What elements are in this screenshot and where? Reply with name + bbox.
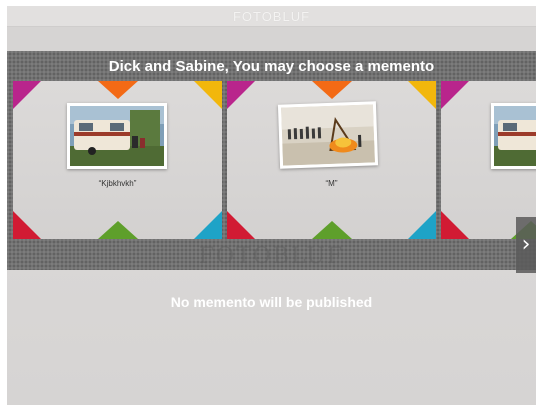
corner-decoration	[227, 211, 255, 239]
corner-decoration	[441, 81, 469, 109]
memento-carousel: Dick and Sabine, You may choose a mement…	[7, 51, 536, 273]
memento-card[interactable]: “Kjbkhvkh”	[13, 81, 222, 239]
brand-logo: FOTOBLUF	[232, 8, 311, 24]
corner-decoration	[194, 211, 222, 239]
corner-decoration	[97, 81, 138, 99]
corner-decoration	[311, 81, 352, 99]
caravan-image	[70, 106, 164, 166]
watermark-logo: FOTOBLUF	[198, 244, 345, 269]
corner-decoration	[441, 211, 469, 239]
memento-photo[interactable]	[491, 103, 536, 169]
corner-decoration	[13, 81, 41, 109]
corner-decoration	[408, 81, 436, 109]
card-caption: “M”	[325, 179, 338, 188]
memento-photo[interactable]	[67, 103, 167, 169]
card-strip: “Kjbkhvkh” “M” ›	[7, 81, 536, 273]
corner-decoration	[227, 81, 255, 109]
memento-card[interactable]: “M”	[227, 81, 436, 239]
memento-photo[interactable]	[277, 101, 379, 169]
corner-decoration	[194, 81, 222, 109]
app-window: FOTOBLUF Dick and Sabine, You may choose…	[7, 6, 536, 405]
corner-decoration	[311, 221, 352, 239]
sub-bar	[7, 27, 536, 51]
corner-decoration	[97, 221, 138, 239]
corner-decoration	[408, 211, 436, 239]
top-bar: FOTOBLUF	[7, 6, 536, 27]
corner-decoration	[13, 211, 41, 239]
carousel-title: Dick and Sabine, You may choose a mement…	[108, 58, 435, 75]
bonfire-image	[281, 104, 375, 166]
memento-card[interactable]	[441, 81, 536, 239]
caravan-image	[494, 106, 536, 166]
card-caption: “Kjbkhvkh”	[98, 179, 137, 188]
status-message: No memento will be published	[170, 294, 373, 310]
